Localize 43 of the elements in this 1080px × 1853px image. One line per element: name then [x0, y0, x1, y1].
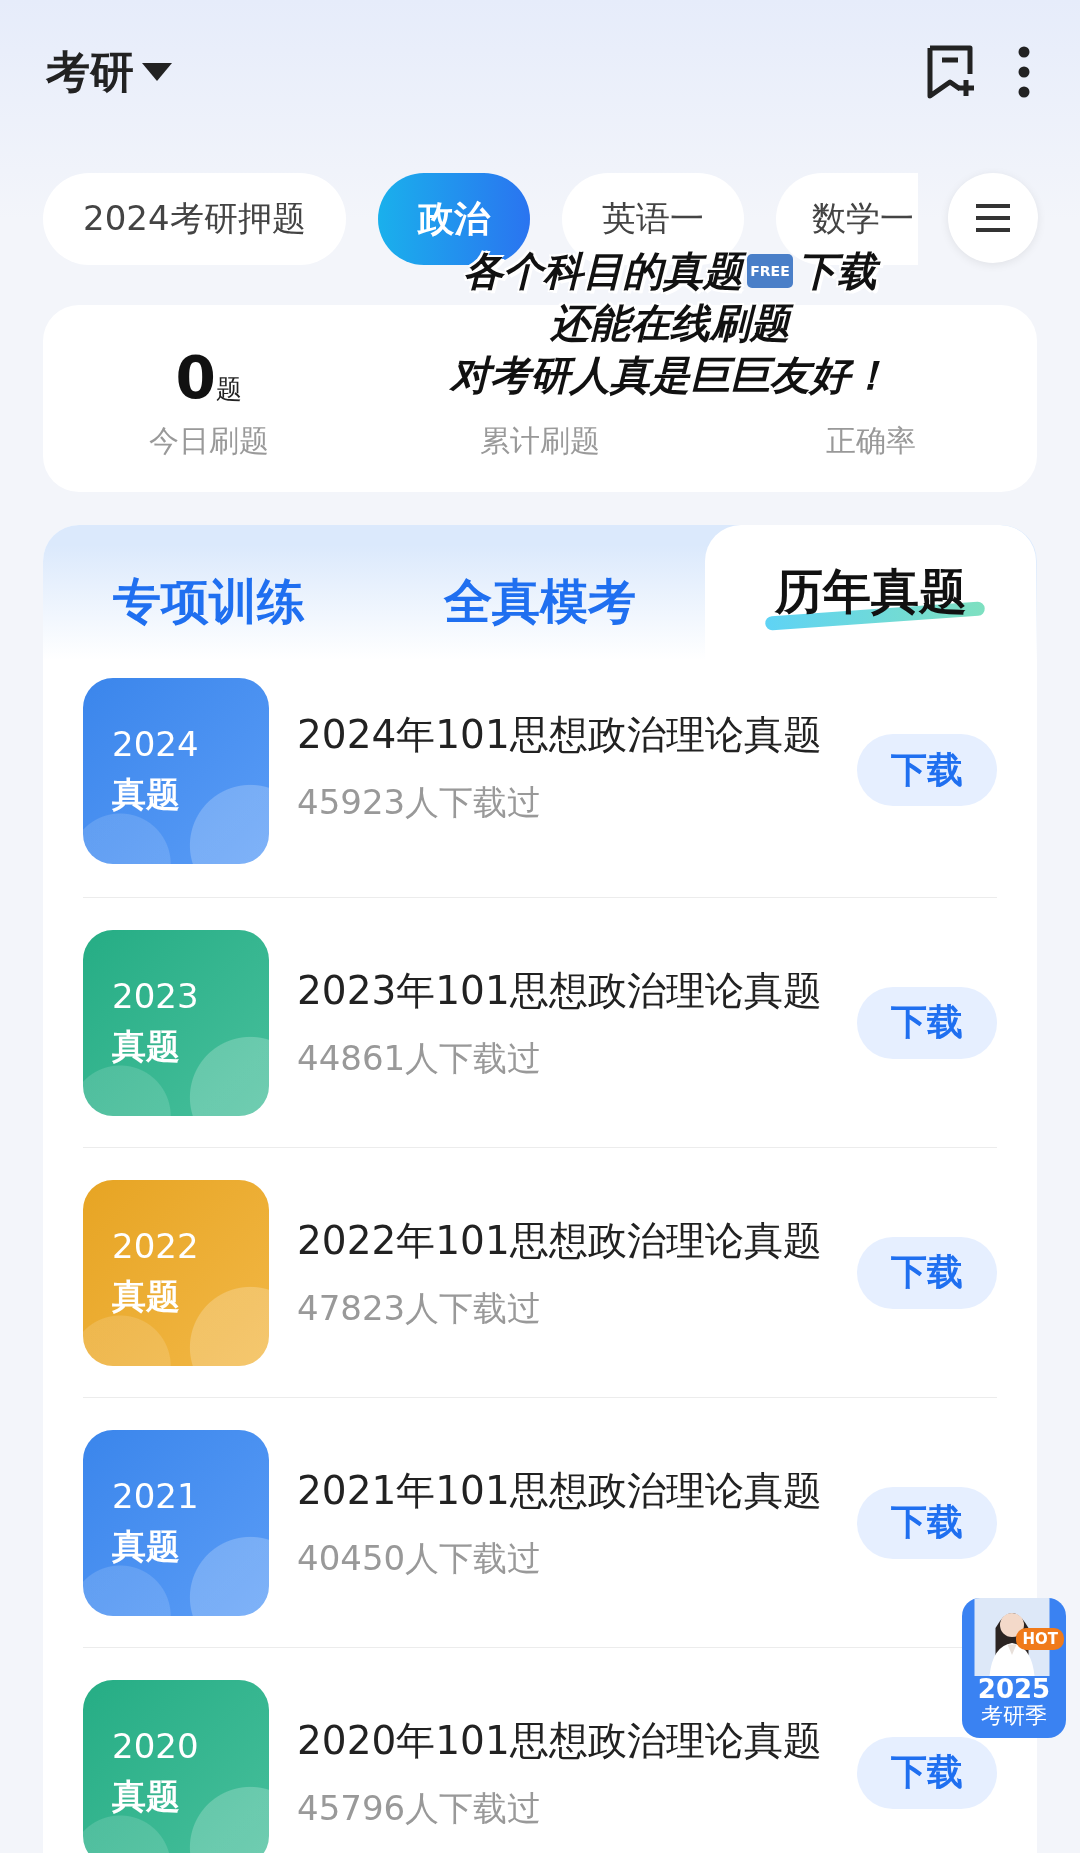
tile-label: 真题 [112, 1274, 181, 1318]
tile-label: 真题 [112, 773, 181, 816]
section-tab[interactable]: 全真模考 [374, 525, 705, 660]
download-count: 45796人下载过 [297, 1786, 543, 1830]
free-badge: FREE [747, 254, 793, 288]
download-button[interactable]: 下载 [857, 734, 997, 806]
more-icon[interactable] [1018, 46, 1030, 98]
download-button[interactable]: 下载 [857, 986, 997, 1059]
stat-unit: 题 [215, 373, 242, 406]
paper-title: 2022年101思想政治理论真题 [297, 1216, 823, 1265]
paper-title: 2020年101思想政治理论真题 [297, 1716, 823, 1765]
tile-year: 2022 [112, 1225, 200, 1266]
download-button[interactable]: 下载 [857, 1236, 997, 1309]
caret-icon [142, 63, 172, 81]
download-count: 44861人下载过 [297, 1036, 543, 1080]
download-button[interactable]: 下载 [857, 1736, 997, 1809]
tile-year: 2020 [112, 1725, 200, 1766]
tile-year: 2024 [112, 724, 200, 764]
promo-year: 2025 [977, 1676, 1051, 1704]
tile-label: 真题 [112, 1524, 181, 1568]
paper-title: 2024年101思想政治理论真题 [297, 711, 823, 759]
stat-value: 0 [175, 349, 216, 407]
stat-label: 正确率 [826, 422, 917, 460]
tile-label: 真题 [112, 1774, 181, 1818]
paper-title: 2021年101思想政治理论真题 [297, 1466, 823, 1515]
download-count: 40450人下载过 [297, 1536, 543, 1580]
promo-label: 考研季 [981, 1703, 1047, 1729]
stat-label: 累计刷题 [480, 422, 600, 460]
promo-badge[interactable]: HOT 2025 考研季 [962, 1598, 1066, 1738]
menu-icon [974, 203, 1012, 233]
tile-year: 2023 [112, 975, 200, 1016]
tile-label: 真题 [112, 1024, 181, 1068]
section-tab[interactable]: 专项训练 [43, 525, 374, 660]
download-count: 45923人下载过 [297, 781, 543, 824]
exam-selector[interactable]: 考研 [46, 42, 134, 102]
download-button[interactable]: 下载 [857, 1486, 997, 1559]
stat-label: 今日刷题 [148, 422, 269, 460]
hot-badge: HOT [1016, 1628, 1064, 1650]
download-count: 47823人下载过 [297, 1286, 543, 1330]
subject-chip[interactable]: 2024考研押题 [43, 173, 346, 265]
paper-title: 2023年101思想政治理论真题 [297, 966, 823, 1015]
tile-year: 2021 [112, 1475, 200, 1516]
caption-text: 对考研人真是巨巨友好！ [450, 351, 890, 400]
